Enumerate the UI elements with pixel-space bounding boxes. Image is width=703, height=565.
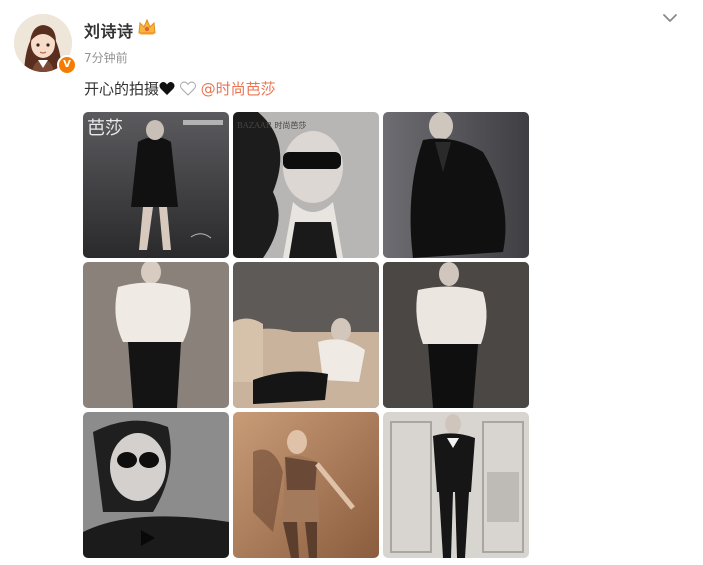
- black-heart-icon: [159, 82, 175, 95]
- photo-1[interactable]: 芭莎: [83, 112, 229, 258]
- cover-title-text: 芭莎: [87, 118, 123, 139]
- post-timestamp[interactable]: 7分钟前: [84, 49, 128, 66]
- mention-link[interactable]: @时尚芭莎: [201, 80, 276, 98]
- post-text-content: 开心的拍摄: [84, 80, 160, 98]
- photo-7[interactable]: [83, 412, 229, 558]
- photo-watermark-text: BAZAAR 时尚芭莎: [237, 120, 306, 130]
- photo-3[interactable]: [383, 112, 529, 258]
- photo-6[interactable]: [383, 262, 529, 408]
- weibo-post-card: V 刘诗诗 7分钟前 开心的拍摄 @时尚芭莎 芭莎 BAZAAR 时尚芭莎: [0, 0, 703, 565]
- photo-grid: 芭莎 BAZAAR 时尚芭莎: [83, 112, 530, 558]
- chevron-down-icon[interactable]: [660, 10, 680, 26]
- photo-8[interactable]: [233, 412, 379, 558]
- photo-9[interactable]: [383, 412, 529, 558]
- white-heart-icon: [179, 81, 196, 96]
- photo-5[interactable]: [233, 262, 379, 408]
- photo-2[interactable]: BAZAAR 时尚芭莎: [233, 112, 379, 258]
- verified-badge-icon: V: [57, 55, 77, 75]
- photo-4[interactable]: [83, 262, 229, 408]
- crown-icon[interactable]: [137, 18, 157, 36]
- post-text: 开心的拍摄 @时尚芭莎: [84, 78, 276, 99]
- username[interactable]: 刘诗诗: [84, 18, 134, 42]
